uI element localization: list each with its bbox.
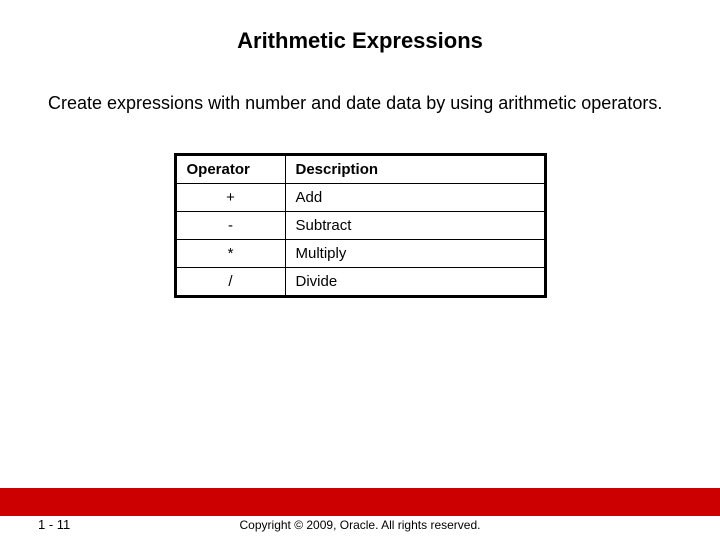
cell-description: Add: [285, 184, 545, 212]
table-row: / Divide: [175, 268, 545, 297]
operator-table: Operator Description + Add - Subtract * …: [174, 153, 547, 298]
cell-operator: *: [175, 240, 285, 268]
header-description: Description: [285, 155, 545, 184]
cell-description: Subtract: [285, 212, 545, 240]
copyright-text: Copyright © 2009, Oracle. All rights res…: [0, 518, 720, 532]
body-text: Create expressions with number and date …: [0, 54, 720, 115]
cell-operator: +: [175, 184, 285, 212]
cell-description: Divide: [285, 268, 545, 297]
cell-description: Multiply: [285, 240, 545, 268]
table-row: + Add: [175, 184, 545, 212]
slide-title: Arithmetic Expressions: [0, 0, 720, 54]
header-operator: Operator: [175, 155, 285, 184]
table-row: * Multiply: [175, 240, 545, 268]
oracle-logo-text: ORACLE: [615, 469, 690, 486]
operator-table-wrap: Operator Description + Add - Subtract * …: [0, 153, 720, 298]
oracle-logo: ORACLE: [613, 464, 692, 492]
slide: Arithmetic Expressions Create expression…: [0, 0, 720, 540]
table-header-row: Operator Description: [175, 155, 545, 184]
logo-underline: [613, 482, 694, 483]
footer-bar: ORACLE: [0, 488, 720, 516]
table-row: - Subtract: [175, 212, 545, 240]
cell-operator: -: [175, 212, 285, 240]
cell-operator: /: [175, 268, 285, 297]
